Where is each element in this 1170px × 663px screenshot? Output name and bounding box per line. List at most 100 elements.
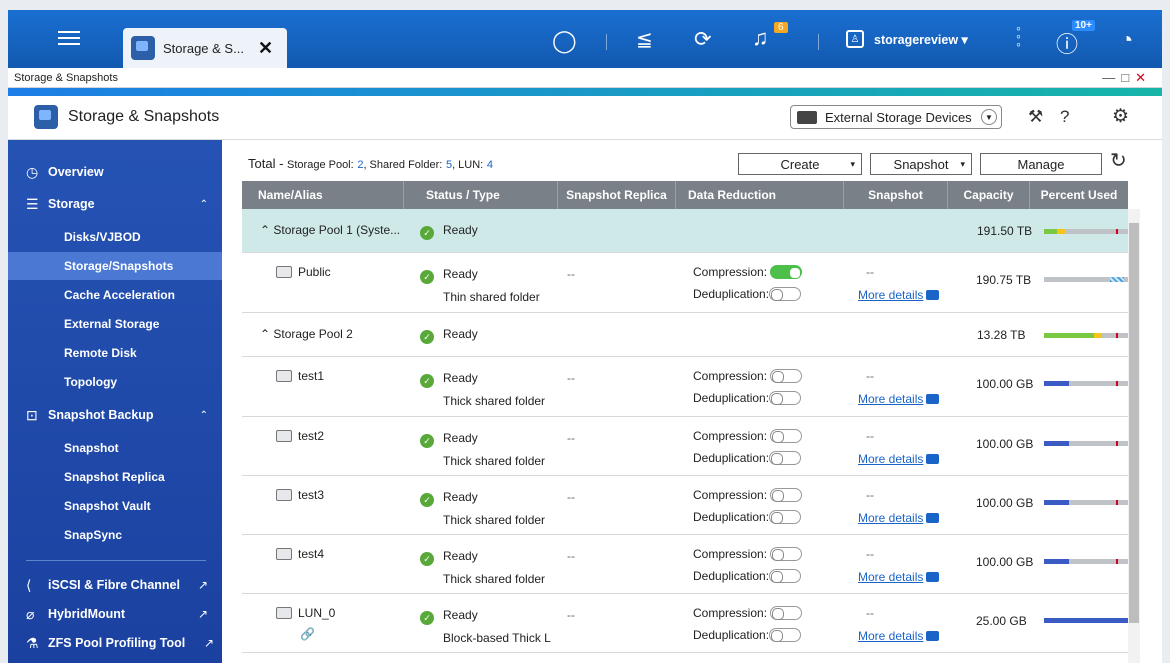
more-details-link[interactable]: More details	[858, 570, 923, 584]
folder-status: Ready	[443, 549, 478, 563]
col-name[interactable]: Name/Alias	[242, 181, 404, 209]
folder-type: Thick shared folder	[443, 513, 546, 527]
more-details-link[interactable]: More details	[858, 392, 923, 406]
sidebar-item-snapshot-vault[interactable]: Snapshot Vault	[8, 492, 222, 520]
col-status[interactable]: Status / Type	[404, 181, 558, 209]
username: storagereview	[874, 33, 959, 47]
sidebar-item-remote-disk[interactable]: Remote Disk	[8, 339, 222, 367]
dedup-toggle[interactable]	[769, 628, 802, 642]
pool-name: Storage Pool 2	[273, 327, 353, 341]
window-controls[interactable]: —□✕	[1102, 70, 1152, 86]
check-circle-icon: ✓	[420, 226, 434, 240]
more-details-link[interactable]: More details	[858, 511, 923, 525]
external-storage-dropdown[interactable]: External Storage Devices ▼	[790, 105, 1002, 129]
close-tab-icon[interactable]: ✕	[258, 38, 273, 59]
sidebar-item-storage-snapshots[interactable]: Storage/Snapshots	[8, 252, 222, 280]
more-details-link[interactable]: More details	[858, 452, 923, 466]
user-menu[interactable]: storagereview ▾	[874, 32, 968, 47]
sidebar-item-disks[interactable]: Disks/VJBOD	[8, 223, 222, 251]
col-percent-used[interactable]: Percent Used	[1030, 181, 1128, 209]
folder-row[interactable]: test1 ✓ Ready Thick shared folder -- Compress…	[242, 357, 1128, 417]
sidebar-item-hybridmount[interactable]: ⌀ HybridMount ↗	[8, 600, 222, 628]
link-icon[interactable]: 🔗	[300, 627, 315, 641]
dedup-toggle[interactable]	[769, 510, 802, 524]
tasks-icon[interactable]: ≦	[636, 27, 653, 52]
search-icon[interactable]: ◯	[552, 28, 577, 54]
more-details-link[interactable]: More details	[858, 288, 923, 302]
chevron-up-icon: ⌃	[199, 409, 208, 421]
compression-label: Compression:	[693, 547, 768, 561]
sync-icon[interactable]: ⟳	[694, 27, 712, 52]
snapshot-dash: --	[866, 369, 874, 383]
folder-type: Thick shared folder	[443, 394, 546, 408]
sidebar-item-iscsi[interactable]: ⟨ iSCSI & Fibre Channel ↗	[8, 571, 222, 599]
chat-icon	[926, 454, 940, 464]
menu-icon[interactable]	[56, 26, 82, 50]
bell-icon[interactable]: ♫	[752, 25, 769, 51]
compression-toggle[interactable]	[770, 369, 803, 383]
sidebar-item-zfs-profiling[interactable]: ⚗ ZFS Pool Profiling Tool ↗	[8, 629, 222, 657]
dedup-toggle[interactable]	[769, 287, 802, 301]
pool-capacity: 13.28 TB	[977, 328, 1026, 342]
app-tab[interactable]: Storage & S... ✕	[123, 28, 287, 68]
dedup-toggle[interactable]	[769, 451, 802, 465]
col-snapshot-replica[interactable]: Snapshot Replica	[558, 181, 676, 209]
compression-toggle[interactable]	[770, 606, 803, 620]
compression-toggle[interactable]	[770, 547, 803, 561]
compression-toggle[interactable]	[770, 488, 803, 502]
more-vertical-icon[interactable]: ◦ ◦ ◦	[1016, 21, 1021, 51]
folder-row[interactable]: Public ✓ Ready Thin shared folder -- Compress…	[242, 253, 1128, 313]
chevron-up-icon[interactable]: ⌃	[260, 327, 270, 341]
folder-row[interactable]: test4 ✓ Ready Thick shared folder -- Compress…	[242, 535, 1128, 594]
firmware-update-icon[interactable]: ⓘ	[1056, 27, 1078, 59]
tools-icon[interactable]: ⚒	[1028, 107, 1043, 127]
col-snapshot[interactable]: Snapshot	[844, 181, 948, 209]
sidebar-item-snapshot[interactable]: Snapshot	[8, 434, 222, 462]
dashboard-gauge-icon[interactable]: ◔	[1120, 27, 1133, 53]
dedup-label: Deduplication:	[693, 391, 770, 405]
pool-row[interactable]: ⌃ Storage Pool 1 (Syste... ✓ Ready 191.50 T…	[242, 209, 1128, 253]
chevron-up-icon[interactable]: ⌃	[260, 223, 270, 237]
sidebar-item-overview[interactable]: ◷ Overview	[8, 158, 222, 186]
sidebar-item-cache-acceleration[interactable]: Cache Acceleration	[8, 281, 222, 309]
sidebar-item-snapsync[interactable]: SnapSync	[8, 521, 222, 549]
app-header: Storage & Snapshots External Storage Dev…	[8, 96, 1162, 140]
col-data-reduction[interactable]: Data Reduction	[676, 181, 844, 209]
window-title: Storage & Snapshots	[14, 71, 118, 84]
compression-toggle[interactable]	[770, 265, 803, 279]
folder-row[interactable]: test3 ✓ Ready Thick shared folder -- Compress…	[242, 476, 1128, 535]
pool-row[interactable]: ⌃ Storage Pool 2 ✓ Ready 13.28 TB	[242, 313, 1128, 357]
sidebar-item-topology[interactable]: Topology	[8, 368, 222, 396]
sidebar-item-storage[interactable]: ☰ Storage ⌃	[8, 190, 222, 218]
dedup-toggle[interactable]	[769, 569, 802, 583]
manage-button[interactable]: Manage	[980, 153, 1102, 175]
vertical-scrollbar[interactable]	[1128, 209, 1140, 663]
create-button[interactable]: Create ▾	[738, 153, 862, 175]
snapshot-button[interactable]: Snapshot ▾	[870, 153, 972, 175]
settings-gear-icon[interactable]: ⚙	[1112, 105, 1129, 128]
pool-status: Ready	[443, 327, 478, 341]
chevron-down-icon: ▼	[981, 109, 997, 125]
sidebar-item-snapshot-replica[interactable]: Snapshot Replica	[8, 463, 222, 491]
more-details-link[interactable]: More details	[858, 629, 923, 643]
overview-icon: ◷	[26, 163, 39, 180]
disk-icon	[797, 110, 817, 124]
check-circle-icon: ✓	[420, 493, 434, 507]
folder-row[interactable]: LUN_0 🔗 ✓ Ready Block-based Thick L -- Compres…	[242, 594, 1128, 653]
compression-toggle[interactable]	[770, 429, 803, 443]
sidebar-item-external-storage[interactable]: External Storage	[8, 310, 222, 338]
chat-icon	[926, 631, 940, 641]
scrollbar-thumb[interactable]	[1129, 223, 1139, 623]
replica-dash: --	[567, 490, 575, 504]
help-icon[interactable]: ?	[1060, 107, 1069, 127]
folder-row[interactable]: test2 ✓ Ready Thick shared folder -- Compress…	[242, 417, 1128, 476]
folder-capacity: 25.00 GB	[976, 614, 1027, 628]
user-icon[interactable]: ♙	[846, 30, 864, 48]
dedup-toggle[interactable]	[769, 391, 802, 405]
col-capacity[interactable]: Capacity	[948, 181, 1030, 209]
sidebar-item-snapshot-backup[interactable]: ⊡ Snapshot Backup ⌃	[8, 401, 222, 429]
compression-label: Compression:	[693, 265, 768, 279]
check-circle-icon: ✓	[420, 374, 434, 388]
compression-label: Compression:	[693, 606, 768, 620]
refresh-icon[interactable]: ↻	[1110, 148, 1127, 173]
